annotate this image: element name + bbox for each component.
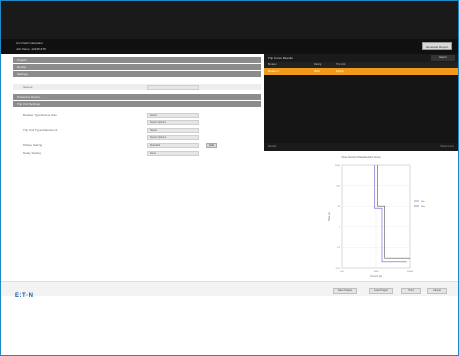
y-tick-label: 100 (336, 185, 340, 187)
export-button[interactable]: Export (431, 55, 455, 61)
table-row-selected[interactable]: Breaker 1 800A Digitrip (264, 68, 458, 75)
eaton-logo: E:T·N (15, 293, 34, 299)
source-input[interactable] (147, 84, 199, 90)
x-tick-label: 100 (340, 271, 344, 273)
trip-unit-select[interactable]: Select (147, 128, 199, 133)
field-label: Trip Unit Type/Adjustment (23, 128, 58, 132)
left-panel: Project Device Settings Source Protectiv… (1, 54, 261, 281)
field-label: Delay Setting (23, 151, 41, 155)
generate-report-button[interactable]: Generate Report (422, 42, 452, 50)
field-row-breaker: Breaker Type/Frame Size (13, 112, 261, 118)
edit-button[interactable]: Edit (206, 143, 217, 148)
table-footer: Results Show Curve (264, 143, 458, 151)
legend-label: Max (421, 206, 426, 208)
field-row-delay: Delay Setting (13, 150, 261, 156)
legend-label: Min (421, 201, 425, 203)
cancel-button[interactable]: Cancel (427, 288, 447, 294)
app-frame: Arc Flash Calculator Job Name: 12345-678… (0, 0, 459, 356)
section-settings[interactable]: Settings (13, 71, 261, 77)
subsection-protective-device[interactable]: Protective Device (13, 94, 261, 100)
show-curve-link[interactable]: Show Curve (440, 143, 454, 151)
trip-unit-options-select[interactable]: Select Options (147, 135, 199, 140)
table-cell: Breaker 1 (268, 70, 279, 73)
top-banner (1, 1, 458, 39)
subsection-trip-unit[interactable]: Trip Unit Settings (13, 101, 261, 107)
x-tick-label: 1000 (374, 271, 380, 273)
table-cell: Digitrip (336, 70, 344, 73)
field-label: Pickup Setting (23, 143, 43, 147)
y-tick-label: 1000 (335, 165, 341, 167)
field-label: Breaker Type/Frame Size (23, 113, 57, 117)
y-axis-label: Time (s) (328, 212, 331, 221)
y-tick-label: 0.01 (336, 268, 341, 270)
y-tick-label: 0.1 (337, 247, 341, 249)
field-row-trip-unit: Trip Unit Type/Adjustment (13, 127, 261, 133)
app-title: Arc Flash Calculator (16, 41, 44, 45)
section-project[interactable]: Project (13, 57, 261, 63)
job-subtitle: Job Name: 12345-678 (16, 47, 46, 51)
print-button[interactable]: Print (401, 288, 421, 294)
right-panel: Trip Curve Results Export Breaker Rating… (264, 54, 458, 281)
y-tick-label: 1 (339, 227, 341, 229)
table-cell: 800A (314, 70, 320, 73)
breaker-select[interactable]: Select (147, 113, 199, 118)
results-header: Trip Curve Results Export (264, 54, 458, 62)
breaker-options-select[interactable]: Select Options (147, 120, 199, 125)
chart-area: Time-Current Characteristic Curve 1000 100… (264, 151, 458, 281)
chart-title: Time-Current Characteristic Curve (341, 155, 381, 159)
save-project-button[interactable]: Save Project (333, 288, 357, 294)
y-tick-label: 10 (338, 206, 341, 208)
delay-select[interactable]: None (147, 151, 199, 156)
footer-left-label: Results (268, 145, 277, 148)
general-label: Source (23, 85, 33, 89)
table-body (264, 75, 458, 143)
load-project-button[interactable]: Load Project (369, 288, 393, 294)
x-tick-label: 10000 (407, 271, 414, 273)
results-title: Trip Curve Results (268, 56, 293, 60)
title-bar: Arc Flash Calculator Job Name: 12345-678… (1, 39, 458, 54)
x-axis-label: Current (A) (370, 275, 382, 278)
field-row-pickup: Pickup Setting (13, 142, 261, 148)
pickup-select[interactable]: Standard (147, 143, 199, 148)
trip-curve-chart: Time-Current Characteristic Curve1000100… (328, 155, 426, 278)
section-device[interactable]: Device (13, 64, 261, 70)
general-row: Source (13, 84, 261, 90)
